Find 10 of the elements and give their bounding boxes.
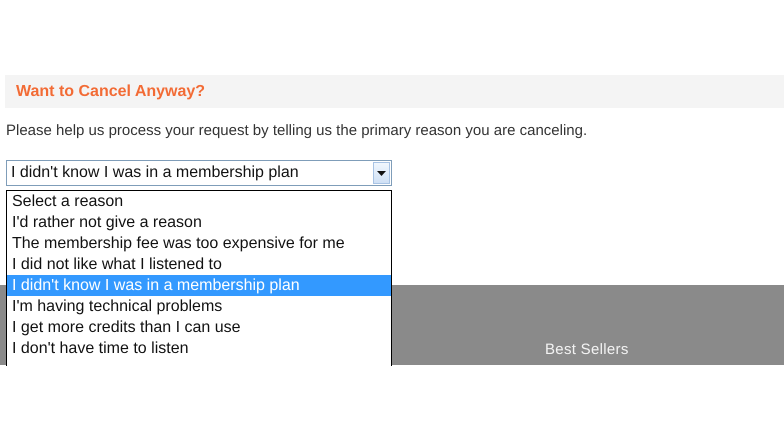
dropdown-option[interactable]: I did not like what I listened to <box>7 254 391 275</box>
dropdown-option[interactable]: I get more credits than I can use <box>7 317 391 338</box>
reason-dropdown[interactable]: I didn't know I was in a membership plan <box>6 160 392 186</box>
instruction-text: Please help us process your request by telling us the primary reason you are canceling. <box>6 122 588 139</box>
dropdown-option[interactable]: I'm having technical problems <box>7 296 391 317</box>
dropdown-option[interactable]: I'd rather not give a reason <box>7 212 391 233</box>
dropdown-option[interactable]: Select a reason <box>7 191 391 212</box>
dropdown-option[interactable]: I don't have time to listen <box>7 338 391 359</box>
section-heading: Want to Cancel Anyway? <box>16 82 206 100</box>
dropdown-option[interactable]: The membership fee was too expensive for me <box>7 233 391 254</box>
